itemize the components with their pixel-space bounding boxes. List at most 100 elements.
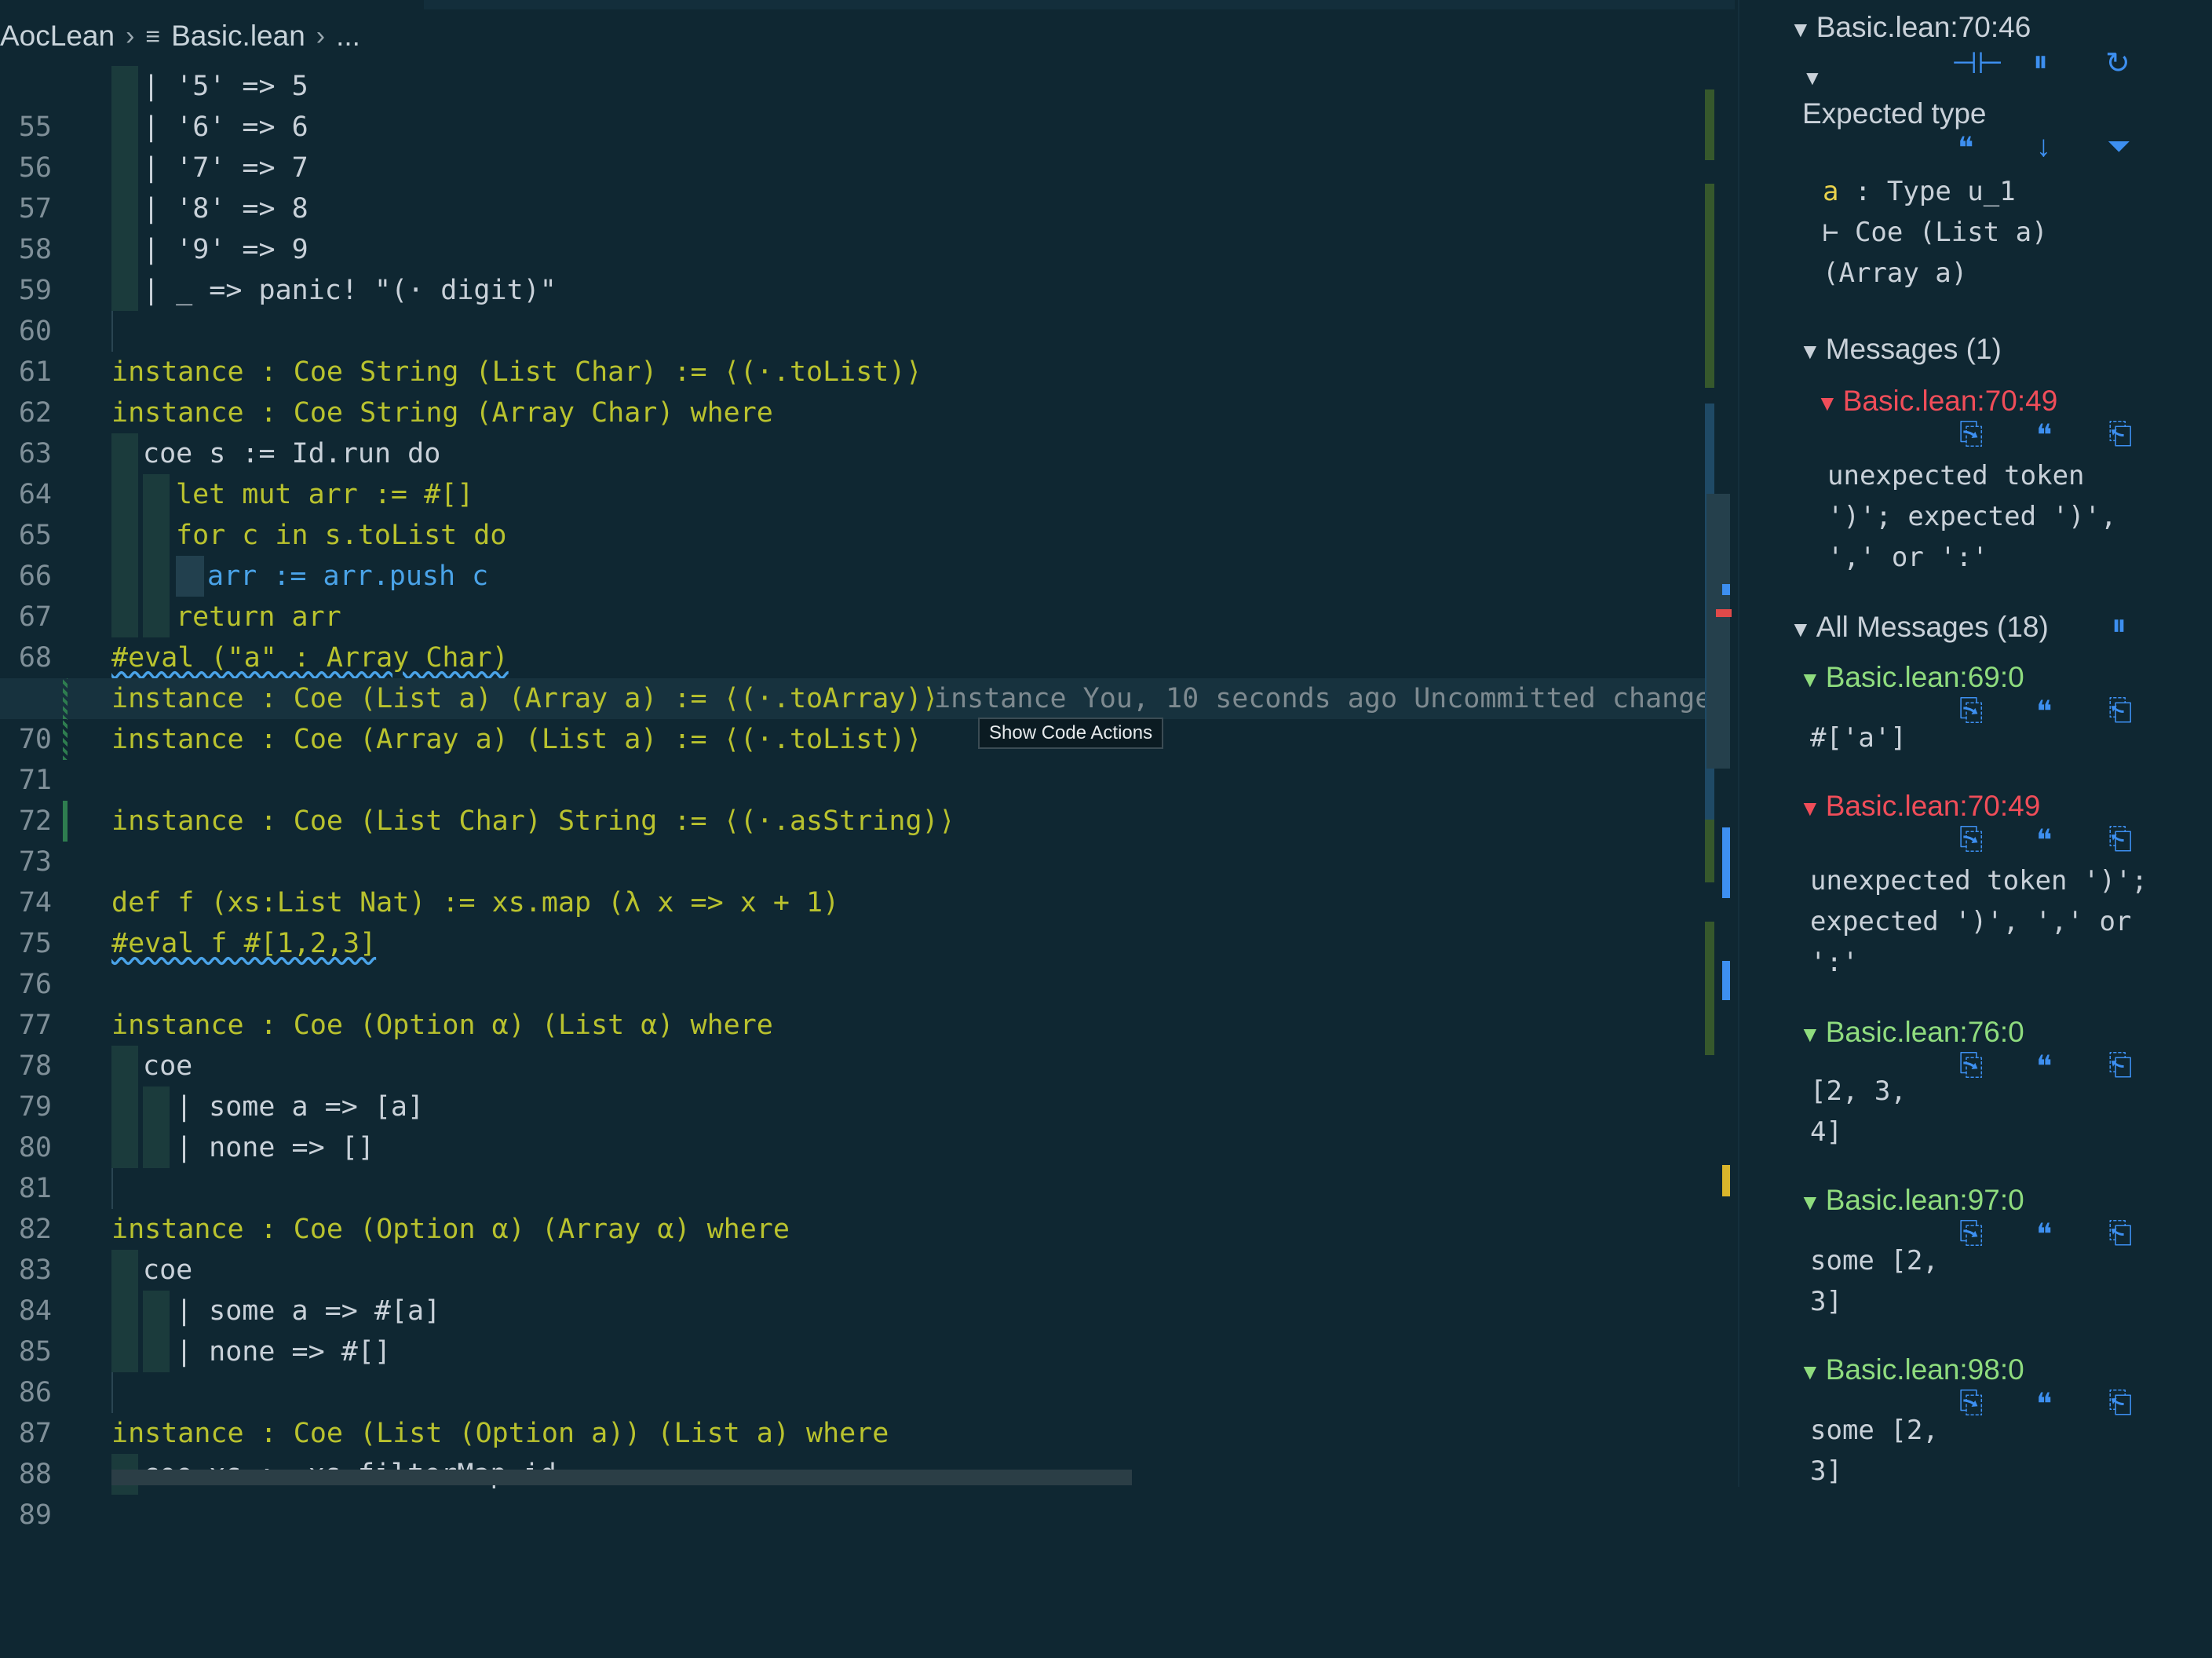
line-text: | '6' => 6 [143,111,308,143]
line-text: instance : Coe (List (Option a)) (List a… [111,1418,889,1449]
line-text: instance : Coe (List Char) String := ⟨(·… [111,805,955,837]
code-line[interactable]: 58 | '8' => 8 [0,188,1711,265]
code-line[interactable]: 56 | '6' => 6 [0,107,1711,184]
code-line[interactable]: 61 [0,311,1711,388]
minimap-marker [1722,961,1730,1000]
code-editor[interactable]: AocLean › ≡ Basic.lean › ... 55 | '5' =>… [0,0,1736,1531]
code-line[interactable]: 57 | '7' => 7 [0,148,1711,225]
indent-guide [111,1250,138,1291]
breadcrumb-file[interactable]: Basic.lean [171,20,305,53]
pause-icon[interactable]: ⏸ [2033,46,2048,79]
code-line[interactable]: 88 instance : Coe (List (Option a)) (Lis… [0,1413,1711,1490]
horizontal-scrollbar[interactable] [111,1470,1132,1485]
quote-icon[interactable]: ❝ [2036,1217,2052,1252]
code-line[interactable]: 77 [0,964,1711,1041]
copy-icon[interactable]: ⎘ [1959,418,1983,451]
pause-icon[interactable]: ⏸ [2112,609,2126,643]
code-line[interactable]: 81 | none => [] [0,1127,1711,1204]
code-line[interactable]: 87 [0,1372,1711,1449]
paste-icon[interactable]: ⎗ [2108,823,2132,856]
paste-icon[interactable]: ⎗ [2108,1386,2132,1420]
message-location[interactable]: ▼ Basic.lean:70:49 [1816,385,2057,418]
code-line[interactable]: 72 [0,760,1711,837]
code-line[interactable]: 74 [0,842,1711,918]
copy-icon[interactable]: ⎘ [1959,1217,1983,1251]
quote-icon[interactable]: ❝ [2036,1386,2052,1422]
quote-icon[interactable]: ❝ [1958,130,1973,166]
code-line[interactable]: 85 | some a => #[a] [0,1291,1711,1368]
all-message-location[interactable]: ▼ Basic.lean:76:0 [1799,1016,2024,1049]
code-line[interactable]: 76 #eval f #[1,2,3] [0,923,1711,1000]
code-line[interactable]: 69 #eval ("a" : Array Char) [0,637,1711,714]
copy-icon[interactable]: ⎘ [1959,1386,1983,1420]
code-line[interactable]: 80 | some a => [a] [0,1086,1711,1163]
code-line[interactable]: 55 | '5' => 5 [0,66,1711,143]
caret-down-icon: ▼ [1799,1190,1821,1214]
all-messages-header[interactable]: ▼ All Messages (18) [1790,611,2049,644]
message-text: ')'; expected ')', [1827,501,2117,532]
code-line[interactable]: 75 def f (xs:List Nat) := xs.map (λ x =>… [0,882,1711,959]
indent-guide [143,597,170,637]
code-line[interactable]: 82 [0,1168,1711,1245]
all-message-location[interactable]: ▼ Basic.lean:70:49 [1799,790,2040,823]
editor-top-strip [424,0,1735,9]
paste-icon[interactable]: ⎗ [2108,694,2132,728]
line-text: | '9' => 9 [143,234,308,265]
indent-guide [111,1372,113,1413]
code-line[interactable]: 60 | _ => panic! "(· digit)" [0,270,1711,347]
messages-header[interactable]: ▼ Messages (1) [1799,333,2002,366]
minimap-marker [1722,827,1730,898]
code-line[interactable]: 66 for c in s.toList do [0,515,1711,592]
filter-icon[interactable]: ⏷ [2107,130,2130,164]
paste-icon[interactable]: ⎗ [2108,418,2132,451]
code-line[interactable]: 84 coe [0,1250,1711,1327]
code-line[interactable]: 67 arr := arr.push c [0,556,1711,633]
quote-icon[interactable]: ❝ [2036,823,2052,858]
code-line[interactable]: 62 instance : Coe String (List Char) := … [0,352,1711,429]
scrollbar-thumb[interactable] [1706,494,1730,769]
code-line[interactable]: 63 instance : Coe String (Array Char) wh… [0,393,1711,469]
indent-guide [111,474,138,515]
refresh-icon[interactable]: ↻ [2105,46,2130,81]
line-text: arr := arr.push c [207,561,489,592]
copy-icon[interactable]: ⎘ [1959,694,1983,728]
code-area[interactable]: 55 | '5' => 5 56 | '6' => 6 57 | '7' => … [0,66,1728,1531]
hypothesis-type: : Type u_1 [1854,176,2016,207]
all-message-location[interactable]: ▼ Basic.lean:97:0 [1799,1184,2024,1217]
breadcrumb-project[interactable]: AocLean [0,20,115,53]
code-line[interactable]: 78 instance : Coe (Option α) (List α) wh… [0,1005,1711,1082]
code-line[interactable]: 83 instance : Coe (Option α) (Array α) w… [0,1209,1711,1286]
code-line-current[interactable]: 70 instance : Coe (List a) (Array a) := … [0,678,1728,755]
breadcrumb-more[interactable]: ... [336,20,360,53]
caret-down-icon: ▼ [1790,617,1812,641]
code-line[interactable]: 86 | none => #[] [0,1331,1711,1408]
editor-scrollbar[interactable] [1705,66,1733,1487]
arrow-down-icon[interactable]: ↓ [2036,130,2051,164]
quote-icon[interactable]: ❝ [2036,694,2052,729]
copy-icon[interactable]: ⎘ [1959,1049,1983,1083]
quote-icon[interactable]: ❝ [2036,418,2052,453]
copy-icon[interactable]: ⎘ [1959,823,1983,856]
line-text: coe [143,1050,193,1082]
code-line[interactable]: 64 coe s := Id.run do [0,433,1711,510]
all-message-location[interactable]: ▼ Basic.lean:98:0 [1799,1353,2024,1386]
paste-icon[interactable]: ⎗ [2108,1049,2132,1083]
indent-guide [143,1331,170,1372]
code-line[interactable]: 73 instance : Coe (List Char) String := … [0,801,1711,878]
paste-icon[interactable]: ⎗ [2108,1217,2132,1251]
chevron-right-icon: › [316,20,326,51]
code-line[interactable]: 71 instance : Coe (Array a) (List a) := … [0,719,1711,796]
all-message-location[interactable]: ▼ Basic.lean:69:0 [1799,661,2024,694]
code-line[interactable]: 59 | '9' => 9 [0,229,1711,306]
code-line[interactable]: 68 return arr [0,597,1711,674]
minimap-marker [1705,184,1714,388]
code-line[interactable]: 79 coe [0,1046,1711,1123]
all-message-text: expected ')', ',' or [1810,906,2132,937]
caret-down-icon[interactable]: ▼ [1802,66,1823,90]
quote-icon[interactable]: ❝ [2036,1049,2052,1084]
goal-line: (Array a) [1823,257,1968,289]
line-text: for c in s.toList do [176,520,507,551]
goal-header[interactable]: ▼ Basic.lean:70:46 [1790,11,2031,44]
pin-icon[interactable]: ⊣⊢ [1951,46,2003,81]
code-line[interactable]: 65 let mut arr := #[] [0,474,1711,551]
